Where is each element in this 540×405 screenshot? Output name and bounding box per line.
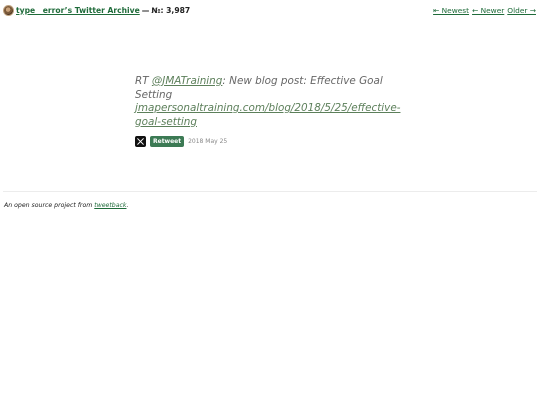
mention-link[interactable]: @JMATraining — [152, 75, 223, 87]
archive-home-link[interactable]: type__error’s Twitter Archive — [16, 6, 140, 15]
avatar[interactable] — [3, 4, 14, 16]
tweet-number: №: 3,987 — [151, 5, 191, 15]
tweet-url-link[interactable]: jmapersonaltraining.com/blog/2018/5/25/e… — [135, 102, 400, 128]
retweet-badge: Retweet — [150, 136, 185, 147]
footer-suffix: . — [126, 202, 129, 209]
footer-divider — [3, 191, 537, 192]
tweet-date-link[interactable]: 2018 May 25 — [188, 138, 227, 145]
tweet-prefix: RT — [135, 75, 152, 87]
tweetback-link[interactable]: tweetback — [94, 202, 126, 209]
title-separator: — — [141, 5, 150, 15]
footer-prefix: An open source project from — [4, 202, 95, 209]
pagination: ⇤ Newest ← Newer Older → — [433, 6, 536, 15]
x-logo-glyph — [137, 138, 144, 145]
tweet-meta: Retweet 2018 May 25 — [135, 136, 410, 147]
older-link[interactable]: Older → — [507, 6, 536, 15]
tweet-card: RT @JMATraining: New blog post: Effectiv… — [135, 75, 410, 147]
x-logo-icon[interactable] — [135, 136, 146, 147]
site-header: type__error’s Twitter Archive — №: 3,987 ⇤… — [3, 3, 536, 17]
newer-link[interactable]: ← Newer — [472, 6, 504, 15]
newest-link[interactable]: ⇤ Newest — [433, 6, 469, 15]
brand: type__error’s Twitter Archive — №: 3,987 — [3, 4, 191, 16]
tweet-text: RT @JMATraining: New blog post: Effectiv… — [135, 75, 410, 129]
footer: An open source project from tweetback. — [4, 202, 128, 209]
